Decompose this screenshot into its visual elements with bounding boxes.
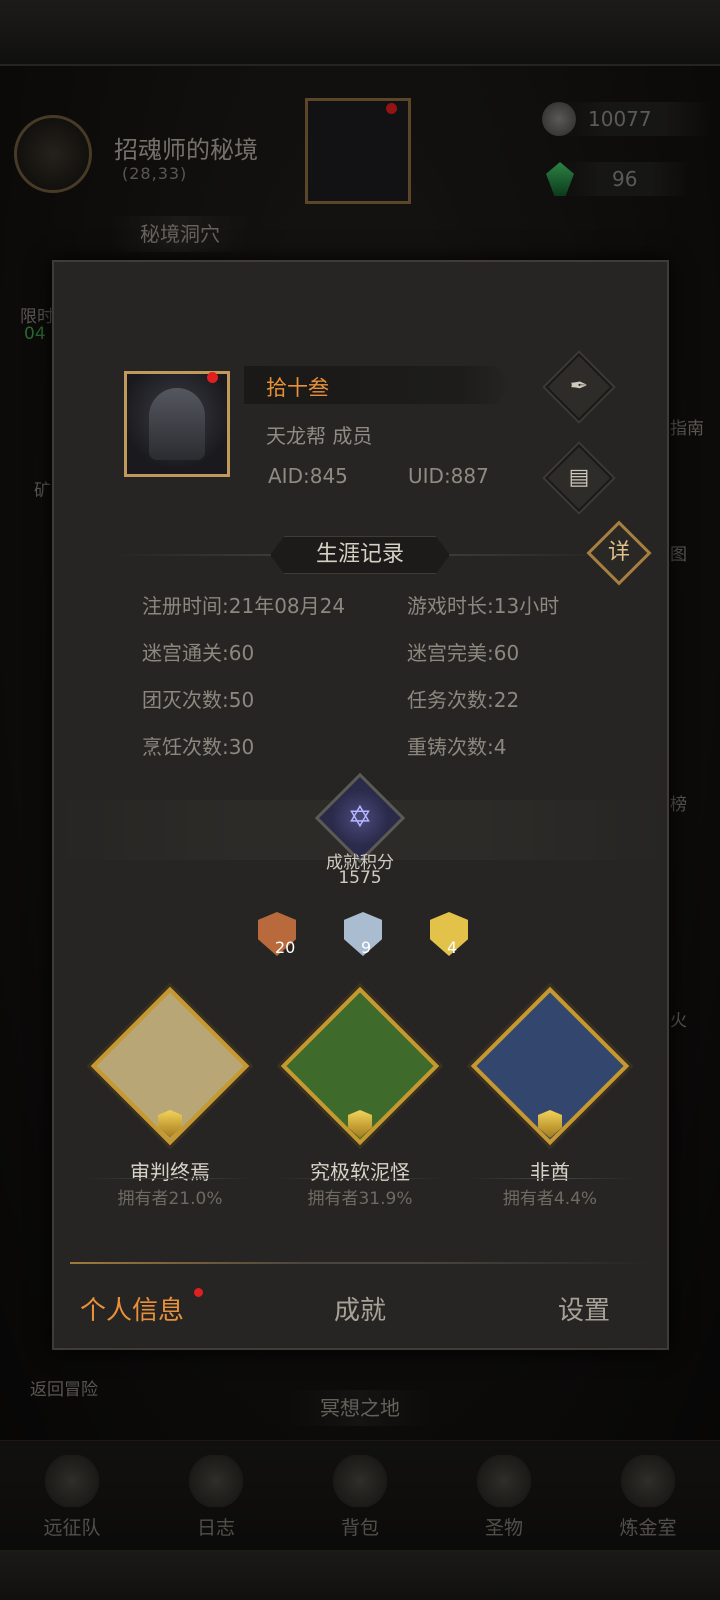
achievement-card-name: 究极软泥怪 [310,1160,410,1184]
document-icon: ▤ [568,465,590,490]
achievement-points-value: 1575 [338,868,382,888]
stat-reforge: 重铸次数:4 [407,735,507,759]
stat-team-wipe: 团灭次数:50 [142,688,255,712]
achievement-card-owners: 拥有者31.9% [307,1189,413,1209]
profile-avatar[interactable] [124,371,230,477]
card-divider [275,1178,445,1179]
achievement-card-owners: 拥有者21.0% [117,1189,223,1209]
tab-personal-info[interactable]: 个人信息 [80,1290,184,1327]
bronze-medal-count: 20 [275,938,296,957]
gold-medal-count: 4 [447,938,458,957]
player-name: 拾十叁 [266,376,329,400]
silver-medal-count: 9 [361,938,372,957]
card-divider [85,1178,255,1179]
player-uid: UID:887 [408,464,489,488]
achievement-card-owners: 拥有者4.4% [502,1189,598,1209]
tab-notification-dot-icon [194,1288,203,1297]
tab-achievements[interactable]: 成就 [334,1290,386,1327]
tab-settings[interactable]: 设置 [558,1290,610,1327]
tab-indicator-line [70,1262,650,1264]
card-divider [465,1178,635,1179]
stat-quests: 任务次数:22 [407,688,520,712]
stat-cooking: 烹饪次数:30 [142,735,255,759]
player-guild: 天龙帮 成员 [266,424,373,448]
stat-register-time: 注册时间:21年08月24 [142,594,346,618]
stat-play-time: 游戏时长:13小时 [407,594,560,618]
stat-maze-perfect: 迷宫完美:60 [407,641,520,665]
quill-icon: ✒ [569,374,589,399]
career-record-title: 生涯记录 [270,536,450,574]
stat-maze-clear: 迷宫通关:60 [142,641,255,665]
achievement-card-name: 审判终焉 [130,1160,210,1184]
avatar-notification-dot-icon [207,372,218,383]
helmet-avatar-icon [149,388,205,460]
player-aid: AID:845 [268,464,348,488]
achievement-card-name: 非酋 [530,1160,570,1184]
detail-label: 详 [607,540,630,565]
